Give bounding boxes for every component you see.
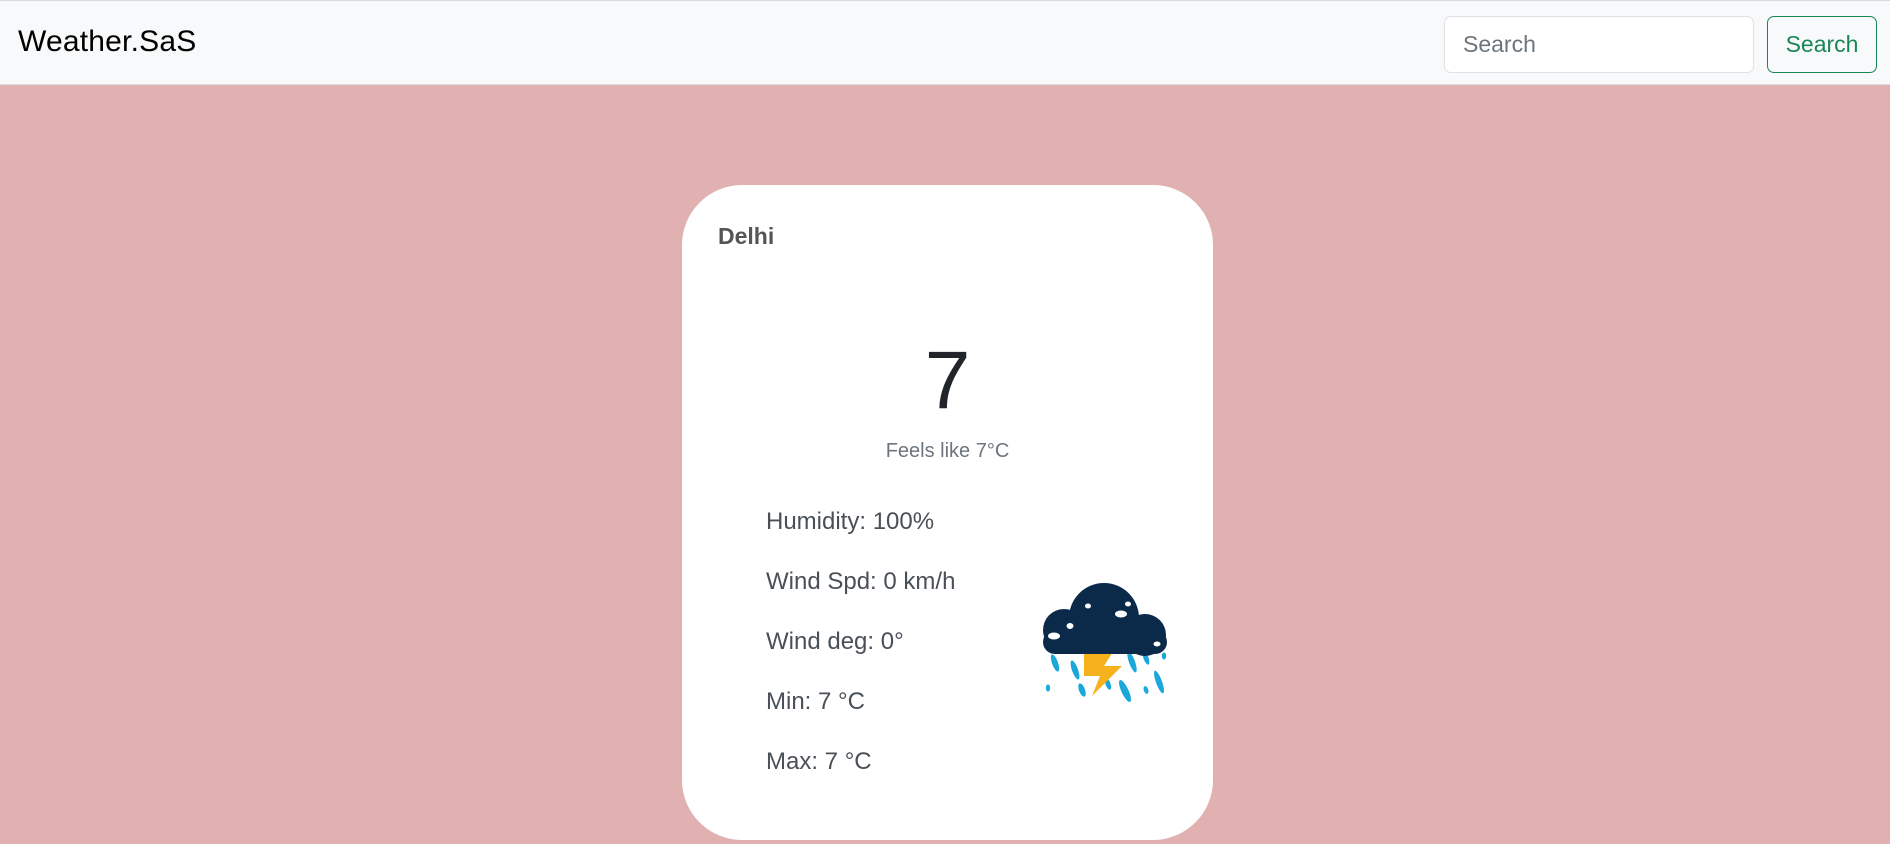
wind-speed-stat: Wind Spd: 0 km/h (766, 568, 956, 595)
min-temp-stat: Min: 7 °C (766, 688, 865, 715)
humidity-stat: Humidity: 100% (766, 508, 935, 535)
search-input[interactable] (1444, 16, 1754, 73)
max-temp-stat: Max: 7 °C (766, 748, 872, 775)
search-button[interactable]: Search (1767, 16, 1877, 73)
temperature-value: 7 (924, 335, 971, 426)
feels-like-text: Feels like 7°C (885, 440, 1010, 462)
city-name: Delhi (718, 223, 775, 249)
thunderstorm-cloud-icon (1043, 583, 1167, 702)
wind-degree-stat: Wind deg: 0° (766, 628, 904, 655)
weather-card: Delhi 7 Feels like 7°C Humidity: 100% Wi… (682, 185, 1213, 840)
navbar: Weather.SaS Search (0, 0, 1890, 85)
brand-logo[interactable]: Weather.SaS (18, 25, 196, 59)
